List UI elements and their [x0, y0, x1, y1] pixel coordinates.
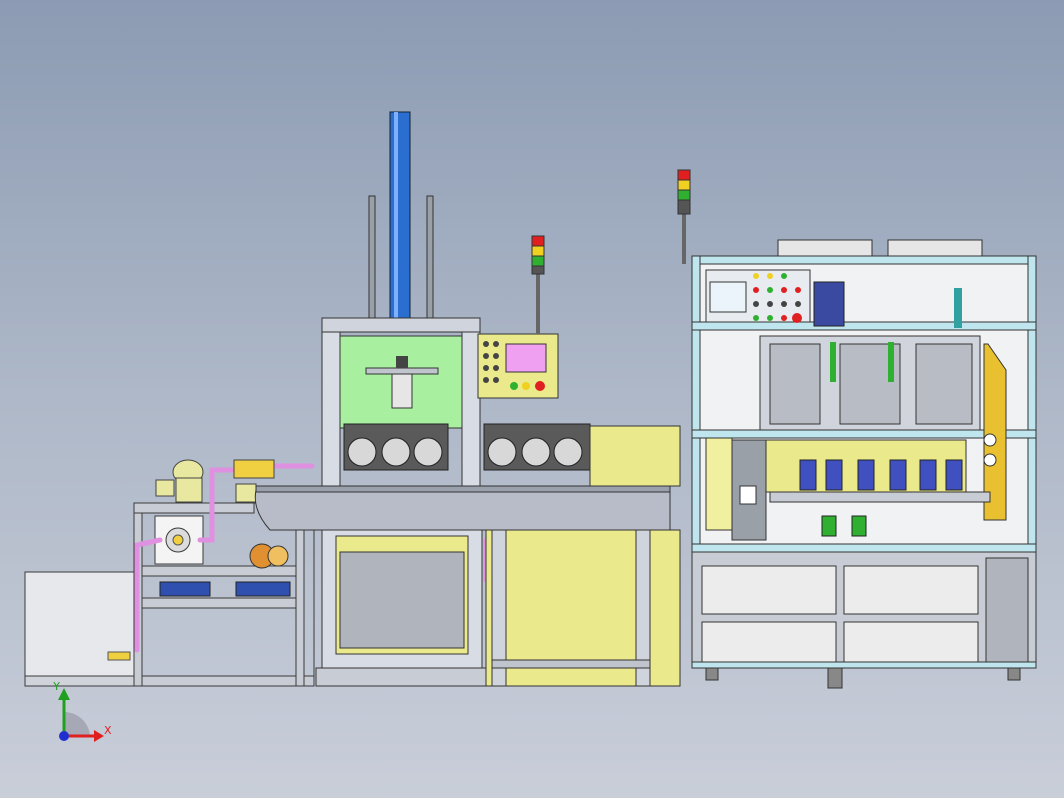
hmi-control-box[interactable]: [477, 333, 559, 399]
assembly-cell-base[interactable]: [691, 543, 1037, 689]
triad-x-label: X: [104, 724, 112, 737]
press-cylinder: [389, 111, 411, 325]
cell-hmi-screen: [709, 281, 747, 313]
triad-y-label: Y: [52, 680, 60, 693]
tooling-trays[interactable]: [343, 423, 681, 487]
left-cabinet[interactable]: [24, 571, 138, 687]
assembly-cell[interactable]: [691, 239, 1037, 547]
hmi-screen: [505, 343, 547, 373]
conveyor-table[interactable]: [254, 485, 671, 531]
triad-z-axis: [59, 731, 69, 741]
coordinate-triad-icon: Y X: [52, 680, 112, 742]
stack-light-icon: [531, 235, 545, 334]
press-machine[interactable]: [315, 111, 487, 687]
assembly-drawing[interactable]: Y X: [0, 0, 1064, 798]
support-table[interactable]: [485, 529, 681, 687]
stack-light-icon: [677, 169, 691, 264]
cad-viewport[interactable]: Y X: [0, 0, 1064, 798]
